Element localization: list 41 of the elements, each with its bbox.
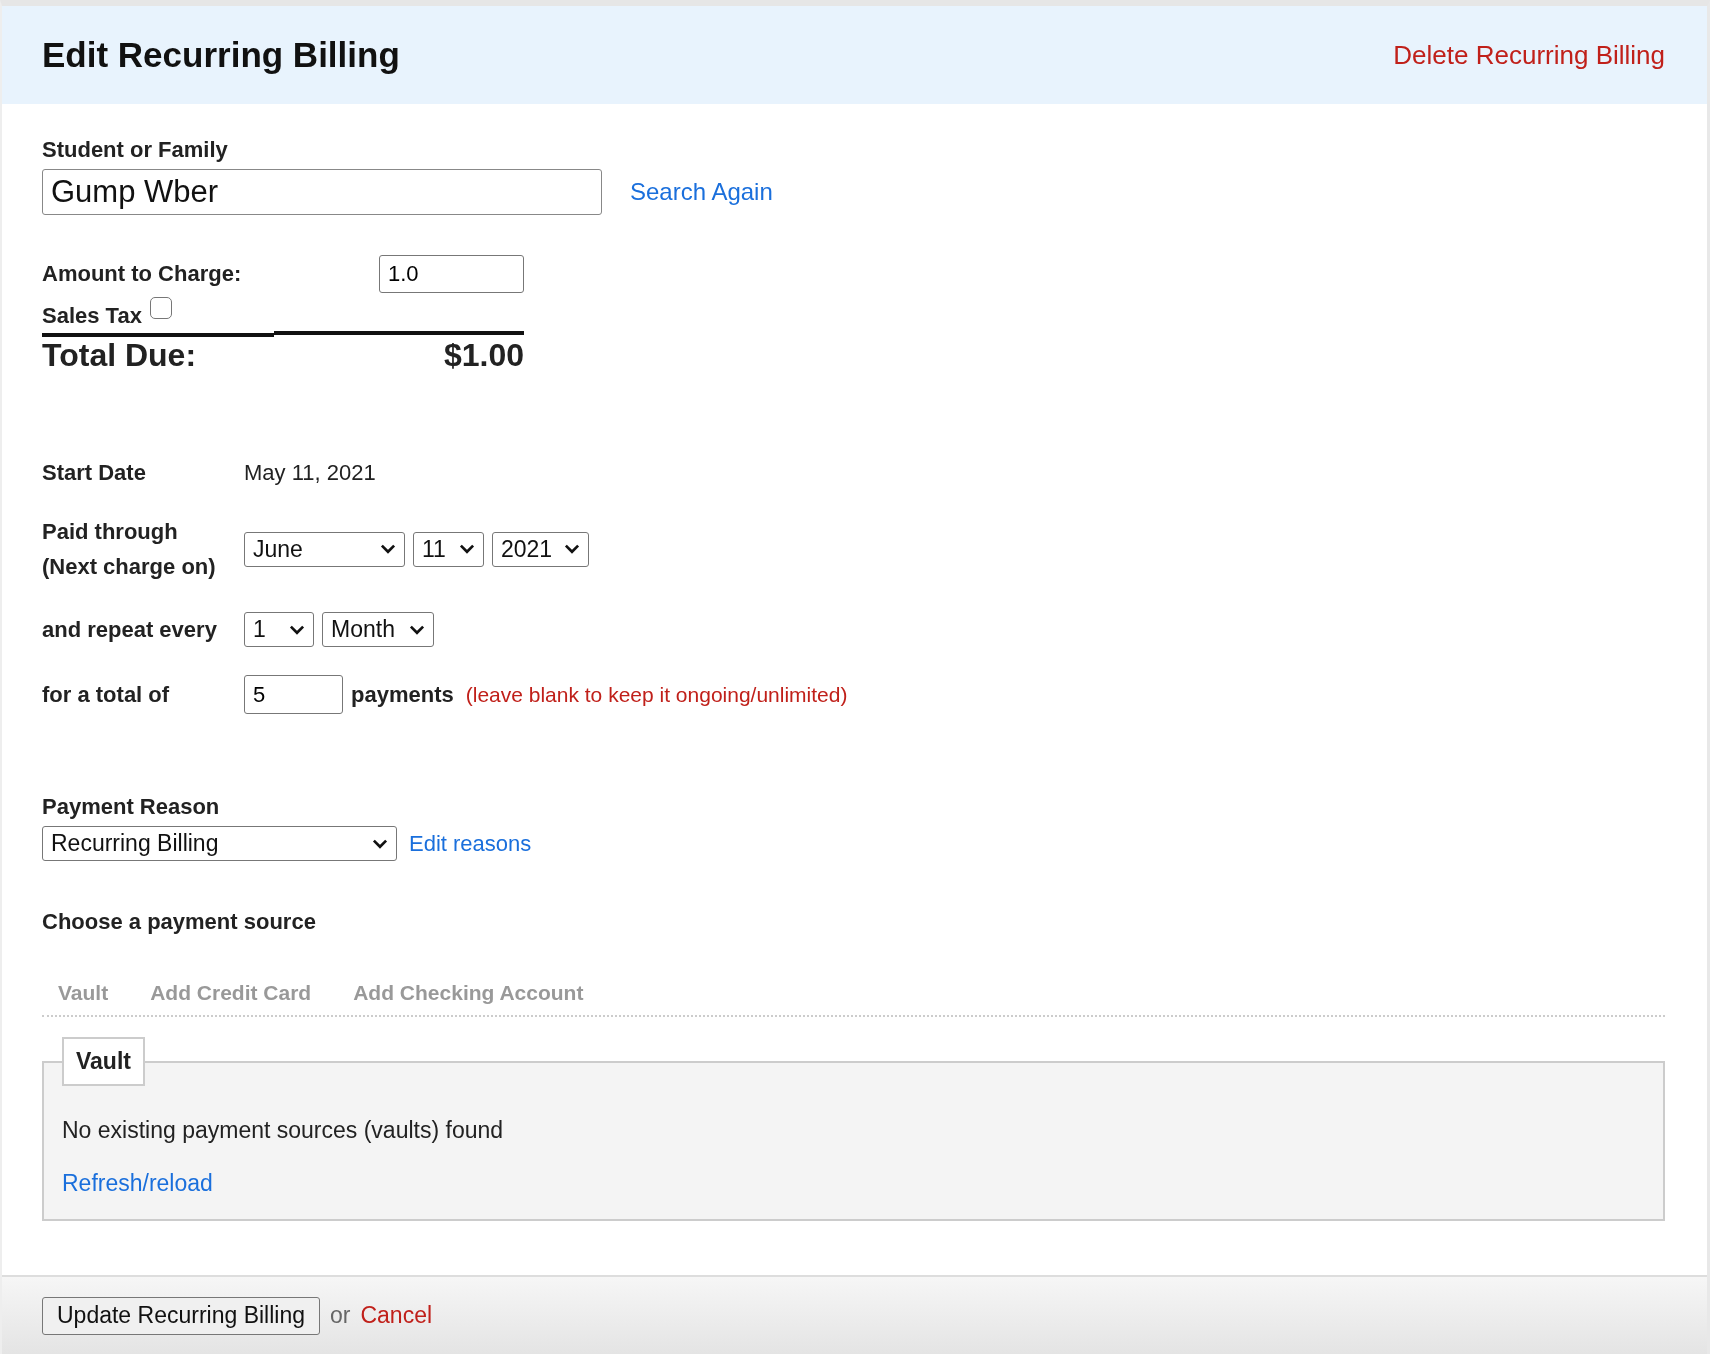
chevron-down-icon	[409, 624, 425, 635]
amount-field[interactable]: 1.0	[379, 255, 524, 293]
repeat-period-select[interactable]: Month	[322, 612, 434, 647]
cancel-link[interactable]: Cancel	[360, 1302, 433, 1329]
payment-reason-select[interactable]: Recurring Billing	[42, 826, 397, 861]
start-date: May 11, 2021	[244, 460, 377, 486]
chevron-down-icon	[289, 624, 305, 635]
field-label: Start Date	[42, 460, 147, 486]
payments-label: payments	[351, 681, 454, 708]
chevron-down-icon	[380, 544, 396, 554]
total-label: Total Due:	[42, 337, 197, 374]
field-label: Paid through	[42, 518, 179, 546]
search-again-link[interactable]: Search Again	[630, 178, 773, 206]
total-amount: $1.00	[443, 337, 524, 374]
edit-reasons-link[interactable]: Edit reasons	[409, 830, 532, 857]
field-label: for a total of	[42, 681, 171, 708]
panel-legend: Vault	[62, 1037, 145, 1086]
field-label: Amount to Charge:	[42, 261, 242, 287]
field-label: Student or Family	[42, 137, 229, 163]
sales-tax-checkbox[interactable]	[149, 297, 172, 319]
refresh-link[interactable]: Refresh/reload	[62, 1170, 213, 1197]
empty-message: No existing payment sources (vaults) found	[62, 1117, 505, 1144]
or-text: or	[330, 1302, 351, 1329]
page-title: Edit Recurring Billing	[42, 35, 400, 75]
paid-month-select[interactable]: June	[244, 531, 405, 567]
chevron-down-icon	[459, 544, 475, 554]
field-label: (Next charge on)	[42, 553, 217, 581]
hint-text: (leave blank to keep it ongoing/unlimited)	[465, 682, 848, 707]
payments-count-field[interactable]: 5	[244, 675, 343, 714]
day-select[interactable]: 11	[413, 531, 484, 567]
chevron-down-icon	[372, 838, 388, 849]
field-label: Sales Tax	[42, 303, 142, 329]
delete-link[interactable]: Delete Recurring Billing	[1393, 39, 1665, 71]
section-heading: Choose a payment source	[42, 909, 317, 935]
field-label: and repeat every	[42, 616, 218, 643]
update-button[interactable]: Update Recurring Billing	[42, 1296, 320, 1335]
student-field[interactable]: Gump Wber	[42, 169, 602, 215]
chevron-down-icon	[564, 544, 580, 554]
interval-select[interactable]: 1	[244, 612, 314, 647]
year-select[interactable]: 2021	[492, 531, 589, 567]
field-label: Payment Reason	[42, 794, 221, 820]
